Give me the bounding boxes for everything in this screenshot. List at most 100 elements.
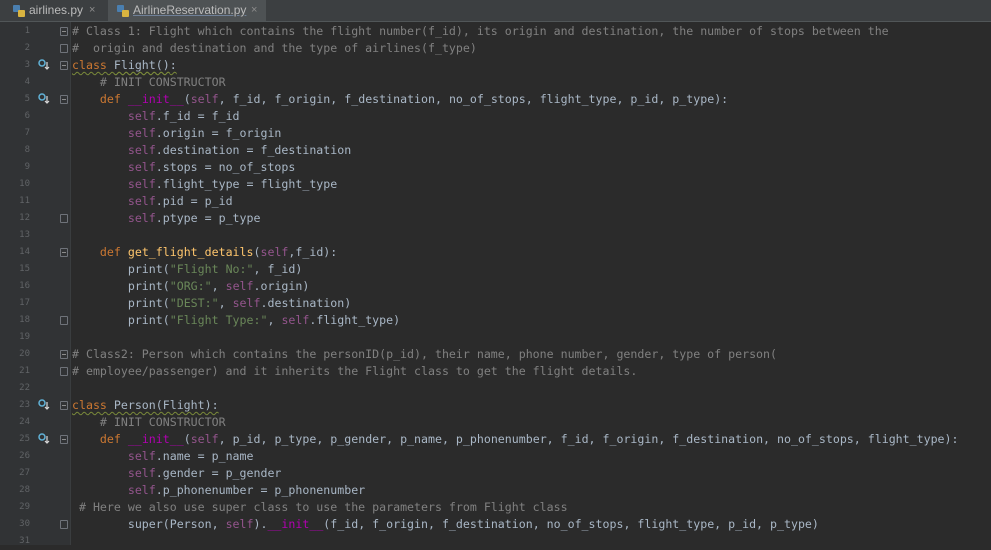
code-line[interactable]: 16 print("ORG:", self.origin) <box>0 278 991 295</box>
code-line[interactable]: 21 # employee/passenger) and it inherits … <box>0 363 991 380</box>
line-number: 27 <box>19 468 30 478</box>
line-number: 20 <box>19 349 30 359</box>
tab-label: airlines.py <box>29 3 84 17</box>
fold-marker-icon[interactable] <box>60 401 68 410</box>
line-number: 14 <box>19 247 30 257</box>
line-number: 29 <box>19 502 30 512</box>
code-line[interactable]: 26 self.name = p_name <box>0 448 991 465</box>
code-line[interactable]: 15 print("Flight No:", f_id) <box>0 261 991 278</box>
code-text: self.gender = p_gender <box>127 466 282 480</box>
fold-marker-icon[interactable] <box>60 27 68 36</box>
code-line[interactable]: 28 self.p_phonenumber = p_phonenumber <box>0 482 991 499</box>
code-line[interactable]: 22 <box>0 380 991 397</box>
line-number: 30 <box>19 519 30 529</box>
code-text: self.flight_type = flight_type <box>127 177 338 191</box>
code-text: self.name = p_name <box>127 449 254 463</box>
code-line[interactable]: 3 class Flight(): <box>0 57 991 74</box>
line-number: 31 <box>19 536 30 546</box>
editor-tab-bar: airlines.py × AirlineReservation.py × <box>0 0 991 22</box>
code-text: # Here we also use super class to use th… <box>78 500 568 514</box>
line-number: 6 <box>24 111 30 121</box>
code-text: self.stops = no_of_stops <box>127 160 296 174</box>
line-number: 28 <box>19 485 30 495</box>
tab-label: AirlineReservation.py <box>133 3 247 17</box>
code-text: print("DEST:", self.destination) <box>72 296 352 310</box>
line-number: 4 <box>24 77 30 87</box>
override-arrow-icon[interactable] <box>38 399 50 411</box>
code-line[interactable]: 23 class Person(Flight): <box>0 397 991 414</box>
code-line[interactable]: 10 self.flight_type = flight_type <box>0 176 991 193</box>
code-line[interactable]: 12 self.ptype = p_type <box>0 210 991 227</box>
python-file-icon <box>117 5 129 17</box>
code-text: self.destination = f_destination <box>127 143 352 157</box>
fold-marker-icon[interactable] <box>60 214 68 223</box>
code-line[interactable]: 11 self.pid = p_id <box>0 193 991 210</box>
line-number: 19 <box>19 332 30 342</box>
tab-airlinereservation-py[interactable]: AirlineReservation.py × <box>108 0 266 21</box>
code-text: self.pid = p_id <box>127 194 233 208</box>
line-number: 1 <box>24 26 30 36</box>
code-text: # employee/passenger) and it inherits th… <box>72 364 638 378</box>
code-line[interactable]: 2 # origin and destination and the type o… <box>0 40 991 57</box>
line-number: 5 <box>24 94 30 104</box>
line-number: 12 <box>19 213 30 223</box>
override-arrow-icon[interactable] <box>38 93 50 105</box>
python-file-icon <box>13 5 25 17</box>
line-number: 7 <box>24 128 30 138</box>
fold-marker-icon[interactable] <box>60 316 68 325</box>
code-text: print("ORG:", self.origin) <box>72 279 310 293</box>
line-number: 21 <box>19 366 30 376</box>
code-text: # INIT CONSTRUCTOR <box>99 415 226 429</box>
override-arrow-icon[interactable] <box>38 433 50 445</box>
code-line[interactable]: 18 print("Flight Type:", self.flight_typ… <box>0 312 991 329</box>
code-line[interactable]: 13 <box>0 227 991 244</box>
fold-marker-icon[interactable] <box>60 61 68 70</box>
code-line[interactable]: 1 # Class 1: Flight which contains the fl… <box>0 23 991 40</box>
fold-marker-icon[interactable] <box>60 248 68 257</box>
code-line[interactable]: 20 # Class2: Person which contains the pe… <box>0 346 991 363</box>
code-line[interactable]: 30 super(Person, self).__init__(f_id, f_… <box>0 516 991 533</box>
code-line[interactable]: 19 <box>0 329 991 346</box>
fold-marker-icon[interactable] <box>60 435 68 444</box>
code-text: class Flight(): <box>72 58 177 72</box>
line-number: 16 <box>19 281 30 291</box>
fold-marker-icon[interactable] <box>60 350 68 359</box>
code-text: def get_flight_details(self,f_id): <box>99 245 338 259</box>
code-line[interactable]: 9 self.stops = no_of_stops <box>0 159 991 176</box>
line-number: 18 <box>19 315 30 325</box>
close-icon[interactable]: × <box>89 0 95 21</box>
code-line[interactable]: 4 # INIT CONSTRUCTOR <box>0 74 991 91</box>
line-number: 11 <box>19 196 30 206</box>
line-number: 8 <box>24 145 30 155</box>
line-number: 3 <box>24 60 30 70</box>
code-line[interactable]: 8 self.destination = f_destination <box>0 142 991 159</box>
fold-marker-icon[interactable] <box>60 95 68 104</box>
code-line[interactable]: 17 print("DEST:", self.destination) <box>0 295 991 312</box>
line-number: 22 <box>19 383 30 393</box>
line-number: 9 <box>24 162 30 172</box>
code-line[interactable]: 5 def __init__(self, f_id, f_origin, f_d… <box>0 91 991 108</box>
fold-marker-icon[interactable] <box>60 44 68 53</box>
code-line[interactable]: 14 def get_flight_details(self,f_id): <box>0 244 991 261</box>
line-number: 13 <box>19 230 30 240</box>
override-arrow-icon[interactable] <box>38 59 50 71</box>
close-icon[interactable]: × <box>251 0 257 21</box>
line-number: 10 <box>19 179 30 189</box>
code-line[interactable]: 6 self.f_id = f_id <box>0 108 991 125</box>
code-text: super(Person, self).__init__(f_id, f_ori… <box>72 517 819 531</box>
code-line[interactable]: 29 # Here we also use super class to use… <box>0 499 991 516</box>
code-line[interactable]: 31 <box>0 533 991 550</box>
code-line[interactable]: 27 self.gender = p_gender <box>0 465 991 482</box>
code-text: # origin and destination and the type of… <box>72 41 477 55</box>
code-line[interactable]: 7 self.origin = f_origin <box>0 125 991 142</box>
code-text: class Person(Flight): <box>72 398 219 412</box>
code-line[interactable]: 24 # INIT CONSTRUCTOR <box>0 414 991 431</box>
tab-airlines-py[interactable]: airlines.py × <box>0 0 106 21</box>
code-text: self.f_id = f_id <box>127 109 240 123</box>
fold-marker-icon[interactable] <box>60 520 68 529</box>
line-number: 17 <box>19 298 30 308</box>
code-editor[interactable]: 1 # Class 1: Flight which contains the fl… <box>0 22 991 546</box>
fold-marker-icon[interactable] <box>60 367 68 376</box>
code-text: self.p_phonenumber = p_phonenumber <box>127 483 366 497</box>
code-line[interactable]: 25 def __init__(self, p_id, p_type, p_ge… <box>0 431 991 448</box>
